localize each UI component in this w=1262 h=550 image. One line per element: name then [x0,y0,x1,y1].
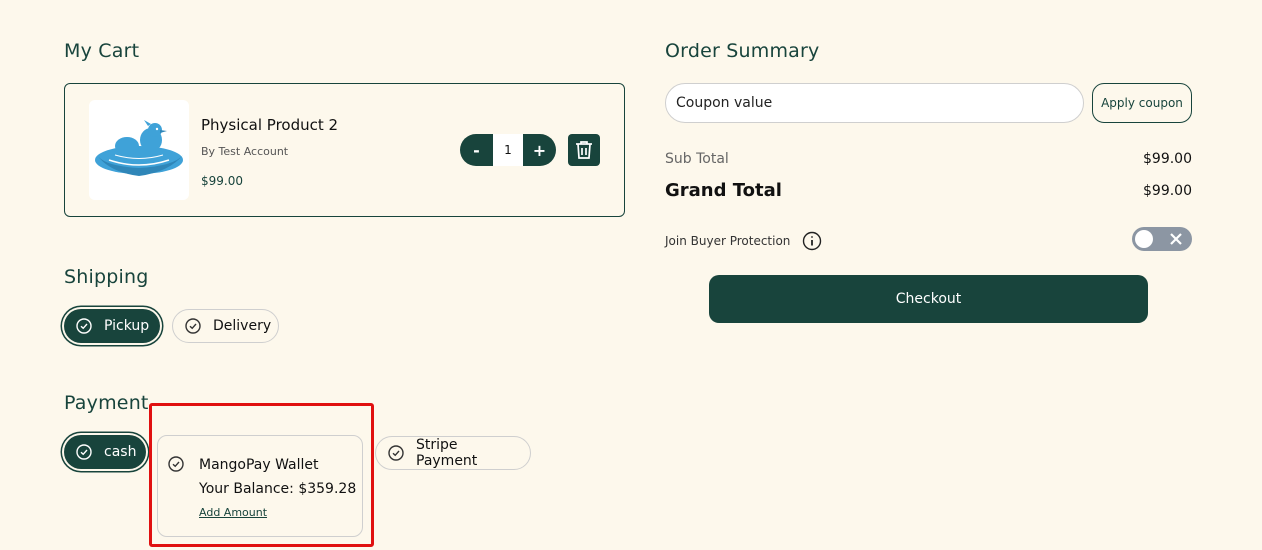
payment-option-mangopay[interactable]: MangoPay Wallet Your Balance: $359.28 Ad… [157,435,363,537]
product-seller: By Test Account [201,145,289,158]
quantity-stepper: - 1 + [460,134,556,166]
product-name[interactable]: Physical Product 2 [201,116,338,134]
buyer-protection-label: Join Buyer Protection [665,234,791,248]
cart-title: My Cart [64,40,140,62]
product-price: $99.00 [201,174,243,188]
shipping-title: Shipping [64,266,149,288]
payment-option-stripe[interactable]: Stripe Payment [375,436,531,470]
subtotal-label: Sub Total [665,151,729,167]
toggle-knob [1135,230,1153,248]
payment-option-label: cash [104,444,137,460]
cart-item-card: Physical Product 2 By Test Account $99.0… [64,83,625,217]
check-circle-icon [76,444,92,460]
coupon-input[interactable] [665,83,1084,123]
buyer-protection-row: Join Buyer Protection [665,231,822,251]
trash-icon [576,141,592,159]
shipping-option-label: Pickup [104,318,150,334]
payment-title: Payment [64,392,149,414]
quantity-value[interactable]: 1 [493,134,523,166]
grand-total-value: $99.00 [1143,183,1192,199]
payment-option-cash[interactable]: cash [64,435,146,469]
close-icon [1167,230,1185,252]
shipping-option-label: Delivery [213,318,272,334]
decrease-quantity-button[interactable]: - [460,141,493,160]
apply-coupon-button[interactable]: Apply coupon [1092,83,1192,123]
add-amount-link[interactable]: Add Amount [199,506,267,519]
product-image[interactable] [89,100,189,200]
bird-nest-logo [95,120,183,176]
subtotal-value: $99.00 [1143,151,1192,167]
payment-option-label: Stripe Payment [416,437,478,469]
check-circle-icon [76,318,92,334]
order-summary-title: Order Summary [665,40,820,62]
grand-total-label: Grand Total [665,180,782,201]
check-circle-icon [185,318,201,334]
wallet-balance: Your Balance: $359.28 [199,481,357,497]
check-circle-icon [388,445,404,461]
shipping-option-pickup[interactable]: Pickup [64,309,160,343]
shipping-option-delivery[interactable]: Delivery [172,309,279,343]
check-circle-icon [168,456,184,476]
info-icon[interactable] [802,231,822,251]
buyer-protection-toggle[interactable] [1132,227,1192,251]
checkout-button[interactable]: Checkout [709,275,1148,323]
remove-item-button[interactable] [568,134,600,166]
increase-quantity-button[interactable]: + [523,141,556,160]
payment-option-label: MangoPay Wallet [199,457,319,473]
